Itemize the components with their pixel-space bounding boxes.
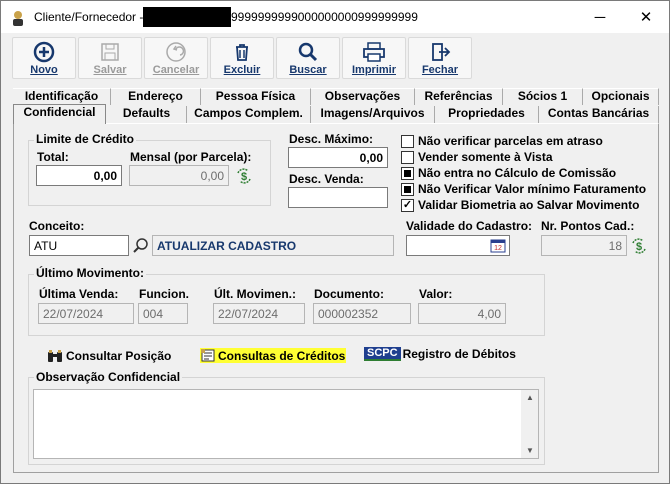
conceito-code-input[interactable]: ATU (29, 235, 129, 256)
scroll-up-icon[interactable]: ▲ (526, 393, 534, 402)
pontos-label: Nr. Pontos Cad.: (541, 219, 635, 233)
tab-opcionais[interactable]: Opcionais (583, 88, 659, 105)
scroll-down-icon[interactable]: ▼ (526, 446, 534, 455)
checkbox-box[interactable] (401, 150, 414, 164)
funcion-label: Funcion. (139, 287, 189, 301)
tab-imagens-arquivos[interactable]: Imagens/Arquivos (311, 106, 435, 123)
conceito-description: ATUALIZAR CADASTRO (152, 235, 394, 256)
binoculars-icon (48, 350, 62, 362)
conceito-label: Conceito: (29, 219, 85, 233)
tab-observacoes[interactable]: Observações (311, 88, 415, 105)
salvar-button[interactable]: Salvar (78, 37, 142, 79)
salvar-label: Salvar (93, 64, 127, 76)
tab-socios[interactable]: Sócios 1 (503, 88, 583, 105)
registro-debitos-link[interactable]: SCPC Registro de Débitos (364, 347, 516, 361)
cancelar-button[interactable]: Cancelar (144, 37, 208, 79)
title-bar: Cliente/Fornecedor - 9999999999000000000… (1, 1, 669, 33)
tab-endereco[interactable]: Endereço (111, 88, 201, 105)
mensal-label: Mensal (por Parcela): (130, 150, 252, 164)
pontos-input[interactable]: 18 (541, 235, 627, 256)
checkbox-box[interactable]: ✓ (401, 198, 414, 212)
tab-defaults[interactable]: Defaults (107, 106, 187, 123)
imprimir-button[interactable]: Imprimir (342, 37, 406, 79)
svg-text:$: $ (241, 171, 247, 183)
excluir-button[interactable]: Excluir (210, 37, 274, 79)
observacao-title: Observação Confidencial (34, 370, 183, 384)
refresh-dollar-icon[interactable]: $ (630, 237, 648, 255)
tab-confidencial[interactable]: Confidencial (13, 104, 106, 124)
client-window: Cliente/Fornecedor - 9999999999000000000… (0, 0, 670, 484)
ult-movimen-field: 22/07/2024 (213, 303, 305, 324)
minimize-button[interactable]: ─ (577, 1, 623, 33)
observacao-scrollbar[interactable]: ▲ ▼ (521, 390, 538, 458)
ultima-venda-field: 22/07/2024 (38, 303, 134, 324)
desc-maximo-input[interactable]: 0,00 (288, 147, 388, 168)
tab-referencias[interactable]: Referências (415, 88, 503, 105)
documento-label: Documento: (314, 287, 384, 301)
fechar-label: Fechar (421, 64, 459, 76)
floppy-icon (101, 43, 119, 61)
limite-credito-title: Limite de Crédito (34, 132, 137, 146)
desc-venda-input[interactable] (288, 187, 388, 208)
ultimo-movimento-title: Último Movimento: (34, 266, 146, 280)
ultima-venda-label: Última Venda: (39, 287, 119, 301)
novo-button[interactable]: Novo (12, 37, 76, 79)
checkbox-box[interactable] (401, 182, 414, 196)
checkbox-box[interactable] (401, 134, 414, 148)
scpc-logo: SCPC (364, 347, 401, 361)
desc-venda-label: Desc. Venda: (289, 172, 364, 186)
checkbox-validar-biometria[interactable]: ✓ Validar Biometria ao Salvar Movimento (401, 198, 639, 212)
tab-propriedades[interactable]: Propriedades (435, 106, 539, 123)
excluir-label: Excluir (223, 64, 261, 76)
total-input[interactable]: 0,00 (36, 165, 122, 186)
consultar-posicao-link[interactable]: Consultar Posição (47, 348, 171, 364)
refresh-dollar-icon[interactable]: $ (235, 167, 253, 185)
redacted-name (143, 7, 231, 27)
observacao-textarea[interactable]: ▲ ▼ (33, 389, 539, 459)
buscar-button[interactable]: Buscar (276, 37, 340, 79)
svg-text:12: 12 (494, 245, 502, 252)
checkbox-nao-verificar-valor-minimo[interactable]: Não Verificar Valor mínimo Faturamento (401, 182, 646, 196)
close-button[interactable]: ✕ (623, 1, 669, 33)
consultas-creditos-link[interactable]: Consultas de Créditos (200, 348, 347, 363)
window-title: Cliente/Fornecedor - (34, 10, 144, 24)
calendar-icon[interactable]: 12 (490, 238, 506, 253)
undo-icon (166, 42, 186, 62)
imprimir-label: Imprimir (351, 64, 396, 76)
search-icon (298, 42, 318, 62)
desc-maximo-label: Desc. Máximo: (289, 132, 374, 146)
magnifier-icon[interactable] (132, 237, 150, 255)
valor-label: Valor: (419, 287, 453, 301)
tab-contas-bancarias[interactable]: Contas Bancárias (539, 106, 659, 123)
ult-movimen-label: Últ. Movimen.: (214, 287, 297, 301)
document-icon (201, 349, 215, 362)
fechar-button[interactable]: Fechar (408, 37, 472, 79)
buscar-label: Buscar (289, 64, 327, 76)
tab-pessoa-fisica[interactable]: Pessoa Física (201, 88, 311, 105)
total-label: Total: (37, 150, 69, 164)
checkbox-nao-entra-comissao[interactable]: Não entra no Cálculo de Comissão (401, 166, 616, 180)
exit-door-icon (432, 43, 451, 61)
window-title-suffix: 9999999999000000000999999999 (231, 10, 418, 24)
checkbox-vender-somente-vista[interactable]: Vender somente à Vista (401, 150, 553, 164)
checkbox-nao-verificar-parcelas[interactable]: Não verificar parcelas em atraso (401, 134, 603, 148)
documento-field: 000002352 (313, 303, 411, 324)
app-icon (13, 11, 23, 26)
printer-icon (363, 42, 385, 62)
tab-identificacao[interactable]: Identificação (13, 88, 111, 105)
svg-text:$: $ (636, 241, 642, 253)
tab-campos-complem[interactable]: Campos Complem. (187, 106, 311, 123)
checkbox-box[interactable] (401, 166, 414, 180)
novo-label: Novo (30, 64, 58, 76)
mensal-input[interactable]: 0,00 (129, 165, 229, 186)
valor-field: 4,00 (418, 303, 506, 324)
plus-circle-icon (33, 41, 55, 63)
funcion-field: 004 (138, 303, 188, 324)
cancelar-label: Cancelar (152, 64, 200, 76)
validade-label: Validade do Cadastro: (406, 219, 533, 233)
trash-icon (236, 44, 248, 61)
